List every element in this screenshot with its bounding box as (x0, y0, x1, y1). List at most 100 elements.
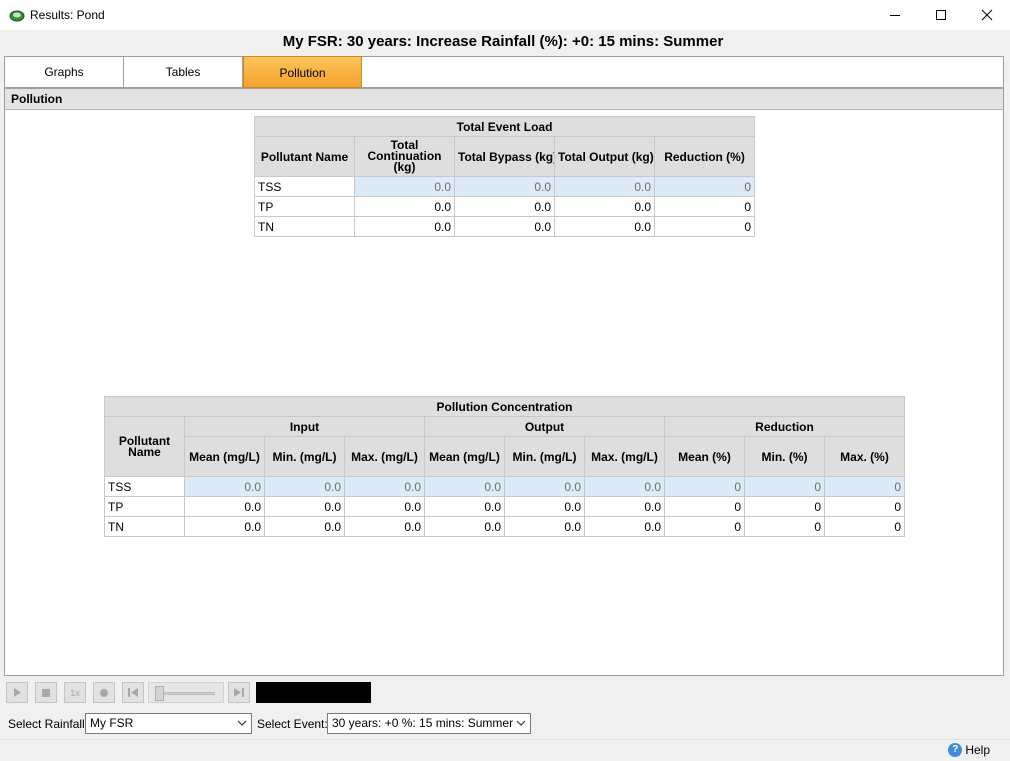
column-header: Min. (%) (744, 436, 825, 477)
table-cell[interactable]: 0.0 (354, 196, 455, 217)
table-cell[interactable]: 0.0 (454, 216, 555, 237)
skip-start-button[interactable] (122, 682, 144, 703)
record-button[interactable] (93, 682, 115, 703)
table-cell[interactable]: 0.0 (554, 196, 655, 217)
table-cell[interactable]: 0.0 (264, 496, 345, 517)
table-cell[interactable]: 0.0 (264, 476, 345, 497)
table-cell[interactable]: 0 (653, 216, 756, 237)
table-cell[interactable]: 0.0 (424, 476, 505, 497)
column-header: Reduction (%) (653, 136, 756, 177)
record-icon (100, 688, 108, 697)
table-cell[interactable]: 0.0 (554, 216, 655, 237)
table-cell[interactable]: 0 (653, 176, 756, 197)
column-header: Total Output (kg) (554, 136, 655, 177)
play-button[interactable] (6, 682, 28, 703)
table-cell[interactable]: 0.0 (264, 516, 345, 537)
window-title: Results: Pond (30, 8, 105, 22)
tab-pollution[interactable]: Pollution (243, 56, 362, 88)
maximize-button[interactable] (918, 0, 964, 30)
table-cell[interactable]: 0.0 (354, 216, 455, 237)
table-cell[interactable]: 0 (664, 476, 745, 497)
speed-button[interactable]: 1x (64, 682, 86, 703)
chevron-down-icon (237, 720, 247, 726)
tab-tables[interactable]: Tables (124, 57, 243, 87)
table-cell[interactable]: 0 (653, 196, 756, 217)
table-cell[interactable]: 0.0 (344, 516, 425, 537)
table-cell[interactable]: 0.0 (504, 516, 585, 537)
table-row[interactable]: TN 0.0 0.0 0.0 0.0 0.0 0.0 0 0 0 (104, 516, 906, 537)
play-icon (14, 688, 21, 697)
column-header: Pollutant Name (254, 136, 355, 177)
app-pond-icon (9, 10, 25, 22)
event-load-table: Total Event Load Pollutant Name Total Co… (253, 116, 756, 237)
table-cell[interactable]: 0.0 (344, 496, 425, 517)
table-cell[interactable]: 0.0 (184, 476, 265, 497)
close-button[interactable] (964, 0, 1010, 30)
table-row[interactable]: TP 0.0 0.0 0.0 0 (254, 196, 756, 217)
timeline-slider[interactable] (148, 682, 224, 703)
group-header-reduction: Reduction (663, 416, 906, 437)
column-header: Max. (mg/L) (584, 436, 665, 477)
stop-icon (42, 688, 50, 697)
pollution-panel: Pollution Total Event Load Pollutant Nam… (4, 88, 1004, 676)
help-icon: ? (948, 743, 963, 757)
table-cell[interactable]: 0 (823, 496, 906, 517)
pollutant-name[interactable]: TN (254, 216, 355, 237)
table-row[interactable]: TSS 0.0 0.0 0.0 0 (254, 176, 756, 197)
table-cell[interactable]: 0.0 (354, 176, 455, 197)
table-cell[interactable]: 0 (664, 496, 745, 517)
table-cell[interactable]: 0 (744, 476, 825, 497)
column-header: Mean (mg/L) (184, 436, 265, 477)
rainfall-value: My FSR (90, 716, 134, 730)
slider-thumb[interactable] (155, 686, 164, 701)
table-cell[interactable]: 0 (823, 476, 906, 497)
skip-end-icon (234, 688, 244, 697)
column-header: Pollutant Name (104, 416, 185, 477)
table-cell[interactable]: 0 (744, 516, 825, 537)
event-value: 30 years: +0 %: 15 mins: Summer (332, 716, 514, 730)
minimize-button[interactable] (872, 0, 918, 30)
help-button[interactable]: ? Help (948, 743, 990, 757)
table-cell[interactable]: 0.0 (504, 496, 585, 517)
close-icon (981, 9, 993, 21)
pollutant-name[interactable]: TP (104, 496, 185, 517)
table-cell[interactable]: 0.0 (424, 496, 505, 517)
tab-graphs[interactable]: Graphs (5, 57, 124, 87)
table-cell[interactable]: 0.0 (584, 476, 665, 497)
table-cell[interactable]: 0.0 (424, 516, 505, 537)
table-cell[interactable]: 0 (823, 516, 906, 537)
event-select[interactable]: 30 years: +0 %: 15 mins: Summer (327, 713, 531, 734)
column-header: Mean (%) (664, 436, 745, 477)
table-row[interactable]: TSS 0.0 0.0 0.0 0.0 0.0 0.0 0 0 0 (104, 476, 906, 497)
title-bar: Results: Pond (0, 0, 1010, 30)
rainfall-select[interactable]: My FSR (85, 713, 252, 734)
column-header: Max. (%) (823, 436, 906, 477)
table-row[interactable]: TN 0.0 0.0 0.0 0 (254, 216, 756, 237)
event-label: Select Event: (257, 717, 328, 731)
pollutant-name[interactable]: TP (254, 196, 355, 217)
skip-end-button[interactable] (228, 682, 250, 703)
tab-strip: Graphs Tables Pollution (4, 56, 1004, 88)
table-cell[interactable]: 0.0 (454, 196, 555, 217)
table-cell[interactable]: 0 (664, 516, 745, 537)
table-cell[interactable]: 0.0 (454, 176, 555, 197)
table-cell[interactable]: 0.0 (184, 496, 265, 517)
help-label: Help (965, 743, 990, 757)
table-cell[interactable]: 0.0 (504, 476, 585, 497)
table-cell[interactable]: 0.0 (184, 516, 265, 537)
pollutant-name[interactable]: TSS (254, 176, 355, 197)
table-row[interactable]: TP 0.0 0.0 0.0 0.0 0.0 0.0 0 0 0 (104, 496, 906, 517)
column-header: Mean (mg/L) (424, 436, 505, 477)
table-cell[interactable]: 0.0 (584, 496, 665, 517)
table-cell[interactable]: 0.0 (554, 176, 655, 197)
concentration-title: Pollution Concentration (103, 396, 906, 417)
stop-button[interactable] (35, 682, 57, 703)
group-header-output: Output (424, 416, 665, 437)
column-header: Total Bypass (kg) (454, 136, 555, 177)
column-header: Total Continuation (kg) (354, 136, 455, 177)
table-cell[interactable]: 0 (744, 496, 825, 517)
pollutant-name[interactable]: TN (104, 516, 185, 537)
table-cell[interactable]: 0.0 (584, 516, 665, 537)
pollutant-name[interactable]: TSS (104, 476, 185, 497)
table-cell[interactable]: 0.0 (344, 476, 425, 497)
